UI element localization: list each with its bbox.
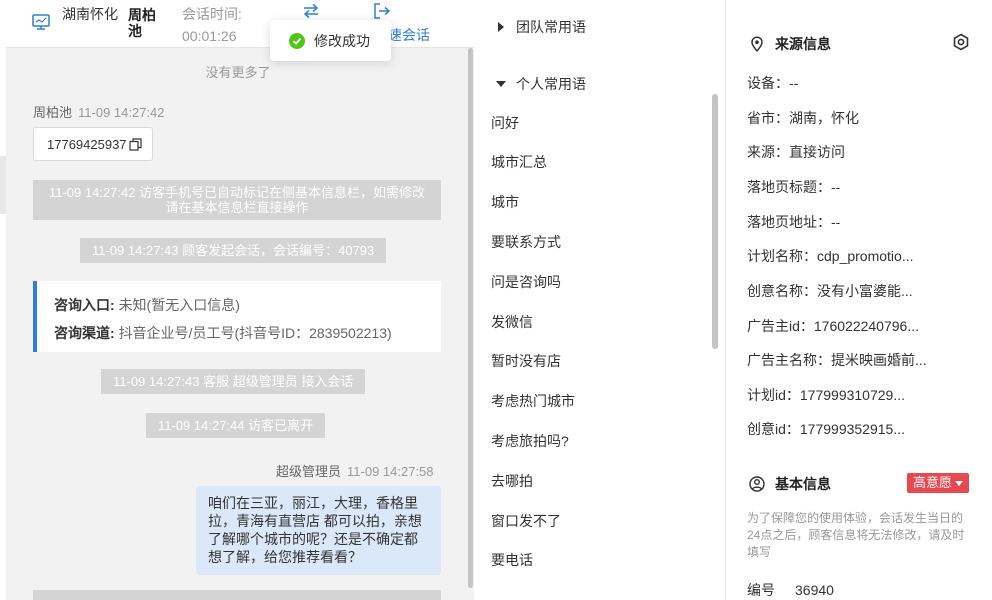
phrases-scrollbar-thumb[interactable] — [712, 94, 718, 349]
intent-level-label: 高意愿 — [913, 475, 953, 490]
info-plan-id: 计划id：177999310729... — [747, 387, 905, 403]
phrase-item[interactable]: 考虑热门城市 — [491, 391, 575, 411]
phrase-item[interactable]: 考虑旅拍吗? — [491, 431, 569, 451]
phrase-item[interactable]: 城市 — [491, 192, 519, 212]
system-message: 11-09 14:27:44 访客已离开 — [146, 413, 326, 438]
settings-icon[interactable] — [952, 33, 970, 51]
info-creative-name: 创意名称：没有小富婆能... — [747, 283, 913, 299]
info-plan-name: 计划名称：cdp_promotio... — [747, 248, 914, 264]
copy-icon[interactable] — [128, 137, 142, 151]
phone-number: 17769425937 — [47, 136, 127, 152]
end-session-button[interactable]: 速会话 — [388, 26, 430, 44]
serial-number-row: 编号 36940 — [747, 580, 834, 600]
team-phrases-group[interactable]: 团队常用语 — [496, 17, 586, 37]
user-circle-icon — [749, 476, 765, 492]
location-pin-icon — [751, 36, 763, 52]
basic-info-title: 基本信息 — [775, 476, 831, 492]
session-time-value: 00:01:26 — [182, 28, 237, 44]
visitor-message-meta: 周柏池 11-09 14:27:42 — [33, 102, 165, 121]
info-advertiser-id: 广告主id：176022240796... — [747, 318, 919, 334]
visitor-name: 周柏池 — [128, 7, 156, 39]
agent-message-time: 11-09 14:27:58 — [347, 464, 434, 479]
source-info-title: 来源信息 — [775, 36, 831, 52]
caret-down-icon — [496, 81, 506, 87]
chat-panel: 湖南怀化 周柏池 会话时间: 00:01:26 速会话 没有更多了 周柏池 11-… — [6, 0, 474, 600]
phrase-item[interactable]: 暂时没有店 — [491, 351, 561, 371]
system-message: 11-09 14:27:43 顾客发起会话，会话编号：40793 — [80, 238, 387, 263]
system-message: 11-09 14:27:43 客服 超级管理员 接入会话 — [101, 369, 366, 394]
customer-info-panel: 来源信息 设备：-- 省市：湖南，怀化 来源：直接访问 落地页标题：-- 落地页… — [727, 0, 992, 600]
success-toast: 修改成功 — [270, 20, 391, 61]
basic-info-header: 基本信息 — [749, 474, 831, 494]
session-time-label: 会话时间: — [182, 6, 242, 22]
phrases-panel: 团队常用语 个人常用语 问好 城市汇总 城市 要联系方式 问是咨询吗 发微信 暂… — [474, 0, 726, 600]
toast-message: 修改成功 — [314, 32, 370, 49]
edit-deadline-notice: 为了保障您的使用体验，会话发生当日的24点之后，顾客信息将无法修改，请及时填写 — [747, 511, 965, 559]
transfer-icon[interactable] — [302, 3, 320, 19]
end-session-icon[interactable] — [373, 3, 391, 19]
agent-message-author: 超级管理员 — [276, 464, 342, 479]
phone-message: 17769425937 — [33, 127, 153, 161]
consult-source-card: 咨询入口: 未知(暂无入口信息) 咨询渠道: 抖音企业号/员工号(抖音号ID：2… — [33, 281, 441, 352]
phrase-item[interactable]: 要联系方式 — [491, 232, 561, 252]
source-info-header: 来源信息 — [749, 34, 831, 54]
caret-right-icon — [498, 22, 504, 32]
chat-scrollbar-thumb[interactable] — [468, 48, 473, 588]
consult-channel-value: 抖音企业号/员工号(抖音号ID：2839502213) — [118, 325, 392, 341]
serial-value: 36940 — [795, 582, 834, 598]
info-creative-id: 创意id：177999352915... — [747, 421, 905, 437]
phrase-item[interactable]: 窗口发不了 — [491, 511, 561, 531]
personal-phrases-label: 个人常用语 — [516, 76, 586, 92]
visitor-message-author: 周柏池 — [33, 105, 73, 120]
monitor-icon — [32, 14, 50, 30]
success-check-icon — [289, 32, 305, 49]
phrase-item[interactable]: 问好 — [491, 113, 519, 133]
dropdown-arrow-icon — [955, 481, 964, 487]
phrase-item[interactable]: 要电话 — [491, 550, 533, 570]
info-landing-url: 落地页地址：-- — [747, 214, 841, 230]
phrase-item[interactable]: 去哪拍 — [491, 471, 533, 491]
visitor-message-time: 11-09 14:27:42 — [78, 105, 165, 120]
visitor-location: 湖南怀化 — [62, 6, 118, 22]
team-phrases-label: 团队常用语 — [516, 19, 586, 35]
info-province-city: 省市：湖南，怀化 — [747, 110, 859, 126]
agent-message-bubble: 咱们在三亚，丽江，大理，香格里拉，青海有直营店 都可以拍，亲想了解哪个城市的呢？… — [196, 486, 441, 575]
phrase-item[interactable]: 问是咨询吗 — [491, 272, 561, 292]
system-message: 11-09 14:27:42 访客手机号已自动标记在侧基本信息栏，如需修改请在基… — [33, 180, 441, 220]
info-landing-title: 落地页标题：-- — [747, 179, 841, 195]
serial-label: 编号 — [747, 582, 775, 598]
personal-phrases-group[interactable]: 个人常用语 — [496, 74, 586, 94]
info-advertiser-name: 广告主名称：提米映画婚前... — [747, 352, 927, 368]
info-source: 来源：直接访问 — [747, 144, 845, 160]
info-device: 设备：-- — [747, 75, 799, 91]
consult-channel-label: 咨询渠道: — [54, 325, 115, 341]
consult-entry-value: 未知(暂无入口信息) — [118, 297, 240, 313]
phrase-item[interactable]: 城市汇总 — [491, 152, 547, 172]
agent-message-meta: 超级管理员 11-09 14:27:58 — [276, 461, 434, 480]
phrase-item[interactable]: 发微信 — [491, 312, 533, 332]
consult-entry-label: 咨询入口: — [54, 297, 115, 313]
system-message-partial — [33, 590, 441, 600]
intent-level-dropdown[interactable]: 高意愿 — [907, 473, 970, 493]
chat-header: 湖南怀化 周柏池 会话时间: 00:01:26 速会话 — [6, 0, 474, 48]
no-more-history: 没有更多了 — [205, 65, 271, 80]
